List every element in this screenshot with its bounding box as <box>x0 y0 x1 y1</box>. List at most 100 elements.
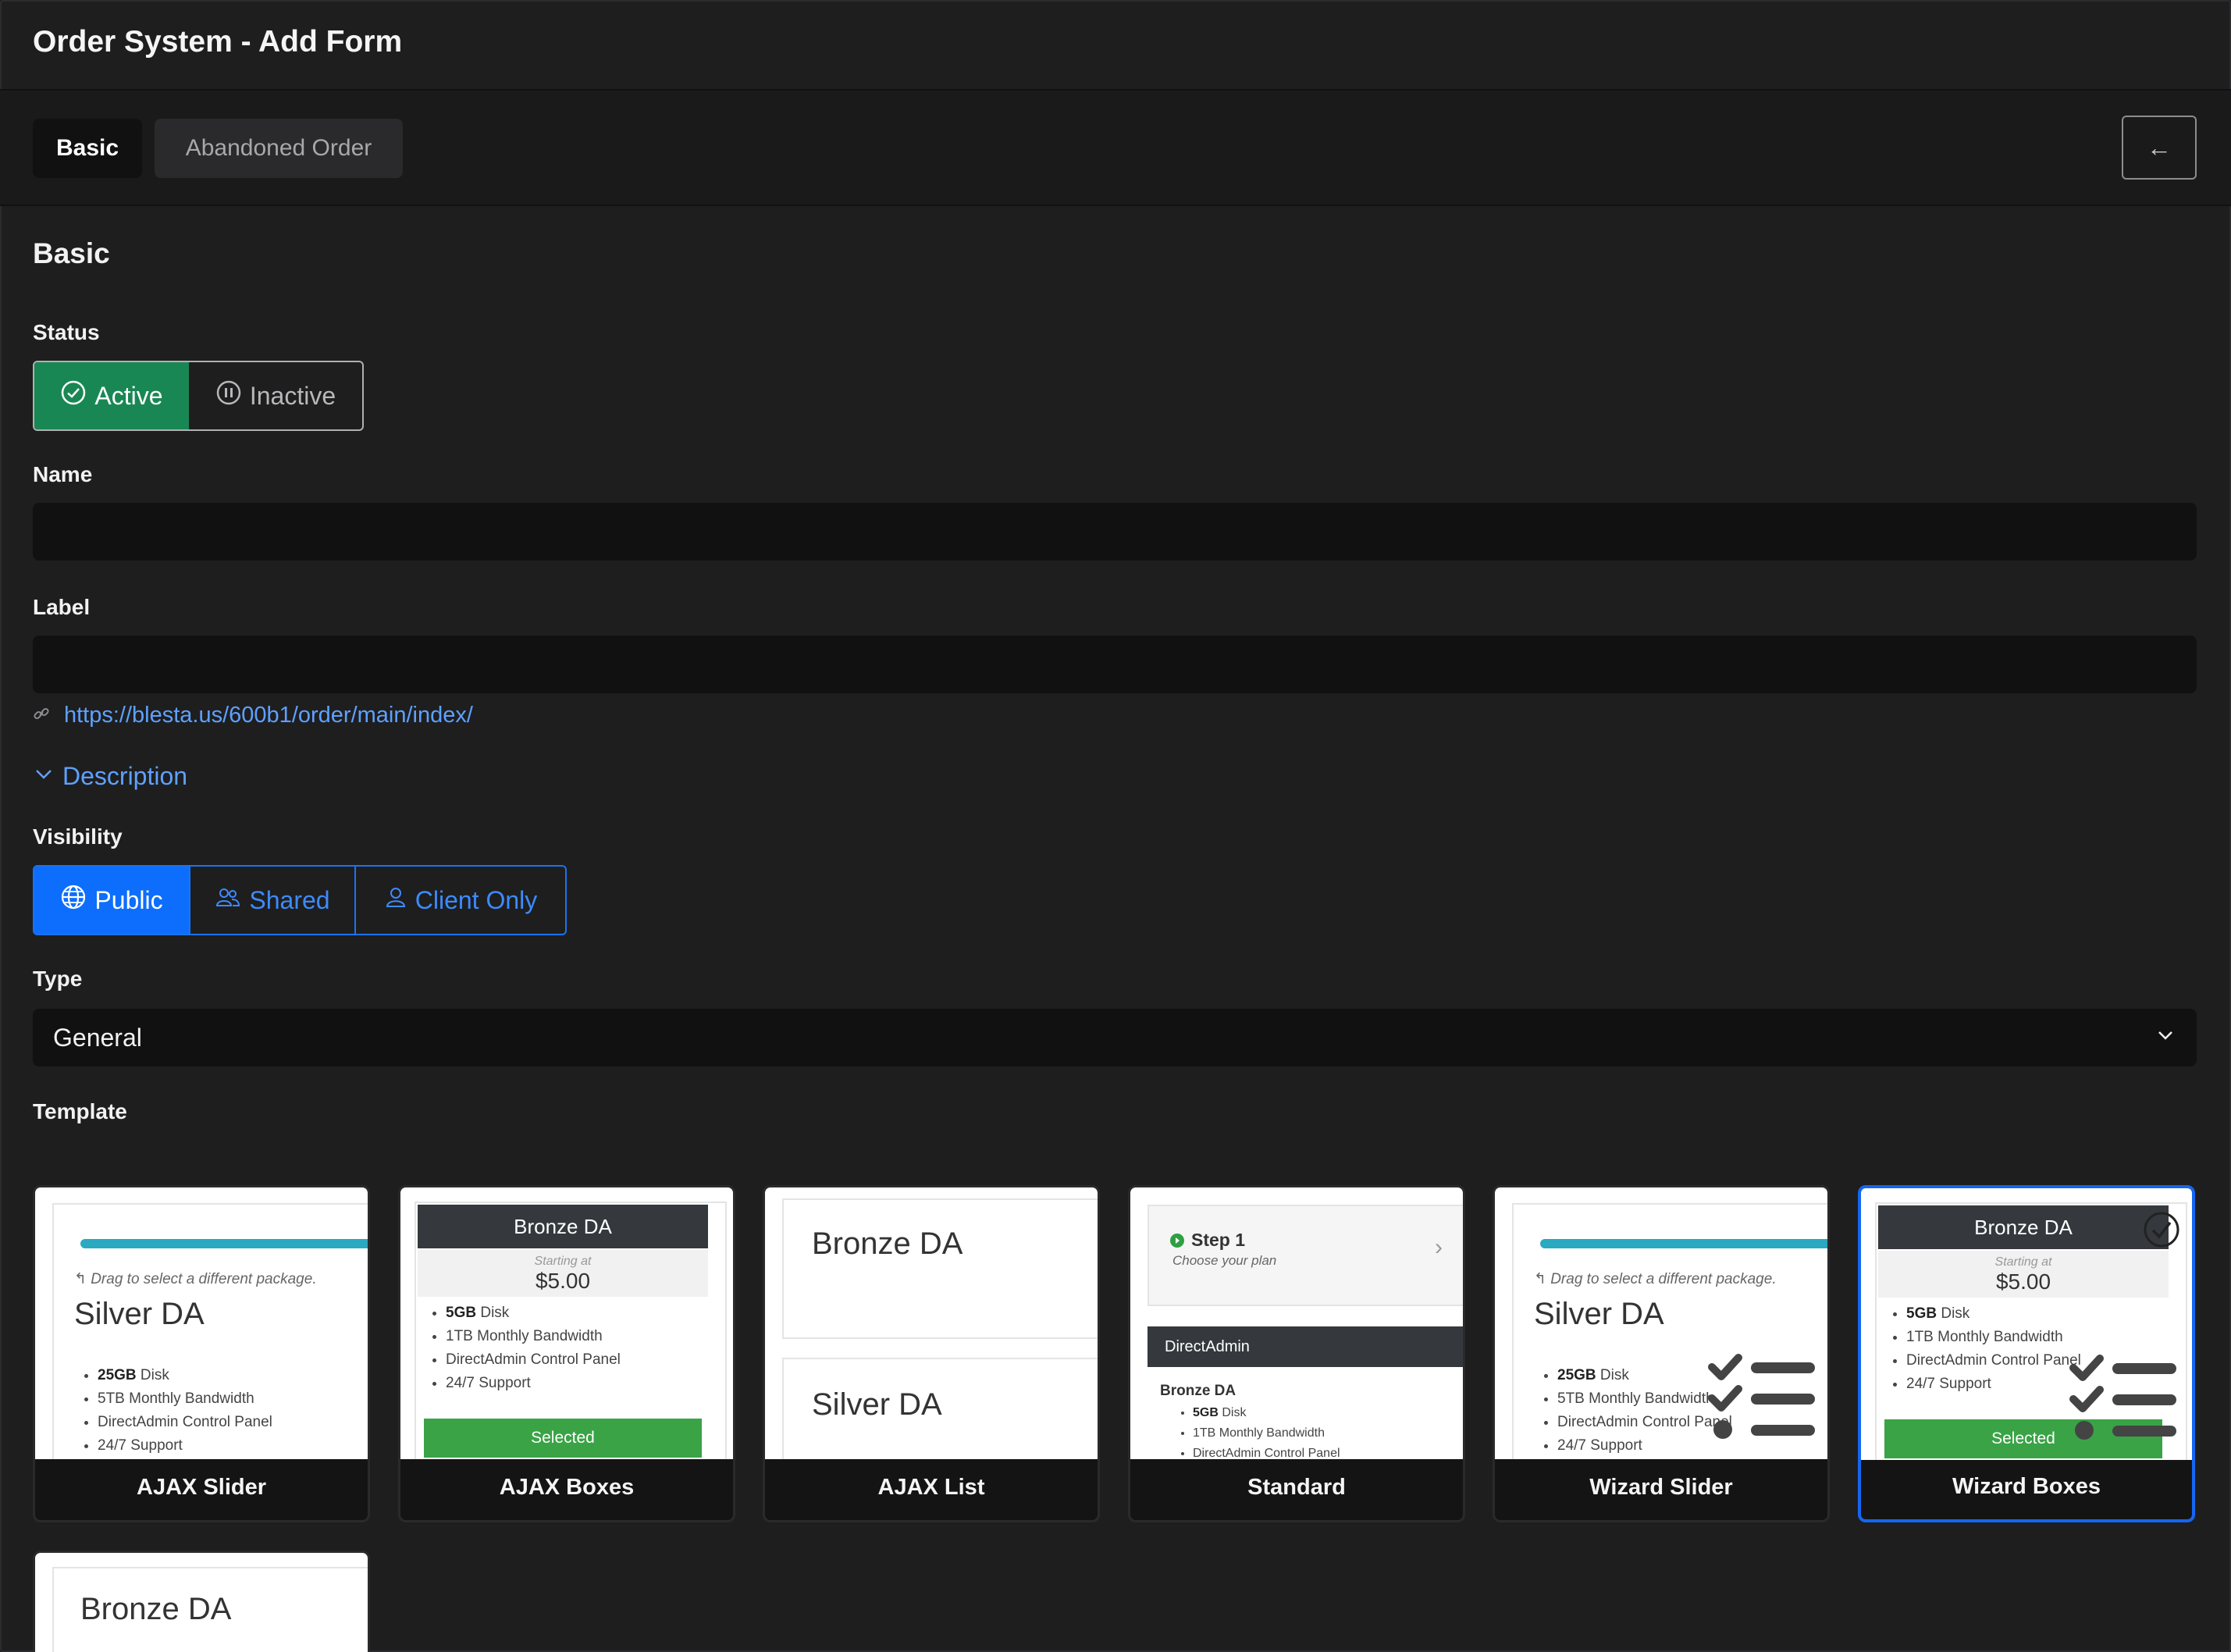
name-input[interactable] <box>33 503 2197 561</box>
chevron-down-icon <box>2154 1024 2176 1052</box>
template-card-wizard-boxes[interactable]: Bronze DA Starting at $5.00 5GB Disk 1TB… <box>1858 1185 2195 1522</box>
visibility-public-option[interactable]: Public <box>34 867 189 934</box>
chevron-down-icon <box>33 762 55 791</box>
preview-hint: ↰ Drag to select a different package. <box>74 1271 317 1287</box>
preview-feature: 25GB Disk <box>98 1364 272 1387</box>
order-form-url: https://blesta.us/600b1/order/main/index… <box>33 703 473 728</box>
label-input[interactable] <box>33 636 2197 693</box>
status-active-label: Active <box>94 381 163 410</box>
back-button[interactable]: ← <box>2122 116 2197 180</box>
description-toggle[interactable]: Description <box>33 762 187 791</box>
preview-feature-list: 5GB Disk 1TB Monthly Bandwidth DirectAdm… <box>1883 1302 2081 1396</box>
visibility-client-only-label: Client Only <box>415 885 538 914</box>
preview-feature-list: 25GB Disk 5TB Monthly Bandwidth DirectAd… <box>1534 1364 1732 1458</box>
status-active-option[interactable]: Active <box>34 362 189 429</box>
template-card-name: Wizard Boxes <box>1952 1473 2101 1499</box>
type-label: Type <box>33 967 83 991</box>
preview-feature: 5GB Disk <box>446 1301 621 1325</box>
arrow-left-icon: ← <box>2147 133 2172 162</box>
preview-plan-name: Bronze DA <box>80 1592 232 1626</box>
preview-plan-name: Silver DA <box>1534 1297 1664 1331</box>
template-preview: Bronze DA <box>35 1553 368 1652</box>
template-card-partial[interactable]: Bronze DA <box>33 1551 370 1652</box>
visibility-client-only-option[interactable]: Client Only <box>354 867 565 934</box>
preview-feature: 5TB Monthly Bandwidth <box>98 1387 272 1411</box>
preview-feature: 1TB Monthly Bandwidth <box>1906 1326 2081 1349</box>
status-label: Status <box>33 320 100 344</box>
template-preview: Bronze DA Starting at $5.00 5GB Disk 1TB… <box>1861 1188 2192 1460</box>
template-card-name: Wizard Slider <box>1589 1474 1733 1500</box>
users-icon <box>215 884 241 917</box>
template-card-name: AJAX Boxes <box>499 1474 635 1500</box>
tab-bar: Basic Abandoned Order ← <box>0 91 2231 206</box>
template-preview: ↰ Drag to select a different package. Si… <box>1495 1187 1827 1459</box>
tab-basic[interactable]: Basic <box>33 119 142 178</box>
preview-feature-list: 5GB Disk 1TB Monthly Bandwidth DirectAdm… <box>422 1301 621 1395</box>
status-inactive-label: Inactive <box>249 381 336 410</box>
visibility-label: Visibility <box>33 824 123 849</box>
preview-feature: 24/7 Support <box>446 1372 621 1395</box>
type-selected-value: General <box>53 1023 142 1052</box>
preview-group-header: DirectAdmin <box>1148 1326 1463 1367</box>
preview-feature-list: 5GB Disk 1TB Monthly Bandwidth DirectAdm… <box>1169 1403 1340 1459</box>
preview-plan-box <box>782 1198 1098 1339</box>
preview-price-box: Starting at $5.00 <box>418 1250 708 1297</box>
preview-step: Step 1 <box>1169 1230 1245 1251</box>
preview-selected-button: Selected <box>424 1419 702 1458</box>
template-card-ajax-slider[interactable]: ↰ Drag to select a different package. Si… <box>33 1185 370 1522</box>
label-field-label: Label <box>33 595 91 619</box>
user-icon <box>384 885 407 915</box>
wizard-checklist-icon <box>1708 1354 1815 1439</box>
preview-price-box: Starting at $5.00 <box>1878 1251 2169 1298</box>
preview-plan-name: Silver DA <box>812 1387 942 1422</box>
preview-plan-name: Bronze DA <box>812 1227 963 1261</box>
template-card-ajax-list[interactable]: Bronze DA Silver DA AJAX List <box>763 1185 1100 1522</box>
preview-feature: 1TB Monthly Bandwidth <box>446 1325 621 1348</box>
visibility-shared-option[interactable]: Shared <box>189 867 354 934</box>
preview-plan-name: Bronze DA <box>1160 1383 1236 1399</box>
template-card-name: AJAX Slider <box>137 1474 266 1500</box>
status-toggle: Active Inactive <box>33 361 364 431</box>
check-circle-icon <box>60 379 87 412</box>
preview-step-caption: Choose your plan <box>1172 1253 1277 1268</box>
visibility-public-label: Public <box>94 885 163 914</box>
template-preview: Step 1 Choose your plan › DirectAdmin Br… <box>1130 1187 1463 1459</box>
template-label: Template <box>33 1099 127 1123</box>
page-title: Order System - Add Form <box>33 25 403 59</box>
type-select[interactable]: General <box>33 1009 2197 1066</box>
template-preview: Bronze DA Silver DA <box>765 1187 1098 1459</box>
preview-plan-name: Silver DA <box>74 1297 205 1331</box>
preview-plan-header: Bronze DA <box>418 1205 708 1248</box>
description-label: Description <box>62 762 188 790</box>
preview-slider-bar <box>80 1239 368 1248</box>
preview-feature: DirectAdmin Control Panel <box>1906 1349 2081 1373</box>
preview-feature: DirectAdmin Control Panel <box>98 1411 272 1434</box>
preview-feature: 24/7 Support <box>1906 1373 2081 1396</box>
header-bar: Order System - Add Form <box>0 0 2231 91</box>
preview-feature: 1TB Monthly Bandwidth <box>1193 1423 1340 1444</box>
order-form-link[interactable]: https://blesta.us/600b1/order/main/index… <box>64 703 473 728</box>
preview-hint: ↰ Drag to select a different package. <box>1534 1271 1777 1287</box>
name-label: Name <box>33 462 93 486</box>
preview-feature-list: 25GB Disk 5TB Monthly Bandwidth DirectAd… <box>74 1364 272 1458</box>
preview-feature: 5GB Disk <box>1906 1302 2081 1326</box>
template-card-wizard-slider[interactable]: ↰ Drag to select a different package. Si… <box>1493 1185 1830 1522</box>
link-icon <box>33 705 50 726</box>
template-card-standard[interactable]: Step 1 Choose your plan › DirectAdmin Br… <box>1128 1185 1465 1522</box>
preview-slider-bar <box>1540 1239 1827 1248</box>
preview-plan-header: Bronze DA <box>1878 1205 2169 1249</box>
template-preview: Bronze DA Starting at $5.00 5GB Disk 1TB… <box>400 1187 733 1459</box>
template-card-name: AJAX List <box>877 1474 985 1500</box>
template-preview: ↰ Drag to select a different package. Si… <box>35 1187 368 1459</box>
pause-circle-icon <box>215 379 242 412</box>
wizard-checklist-icon <box>2069 1355 2176 1440</box>
chevron-right-icon: › <box>1435 1234 1443 1260</box>
template-card-name: Standard <box>1247 1474 1346 1500</box>
tab-abandoned-order[interactable]: Abandoned Order <box>155 119 403 178</box>
preview-feature: 5GB Disk <box>1193 1403 1340 1423</box>
globe-icon <box>60 884 87 917</box>
preview-feature: DirectAdmin Control Panel <box>446 1348 621 1372</box>
template-card-ajax-boxes[interactable]: Bronze DA Starting at $5.00 5GB Disk 1TB… <box>398 1185 735 1522</box>
selected-check-icon <box>2144 1212 2179 1248</box>
status-inactive-option[interactable]: Inactive <box>189 362 362 429</box>
